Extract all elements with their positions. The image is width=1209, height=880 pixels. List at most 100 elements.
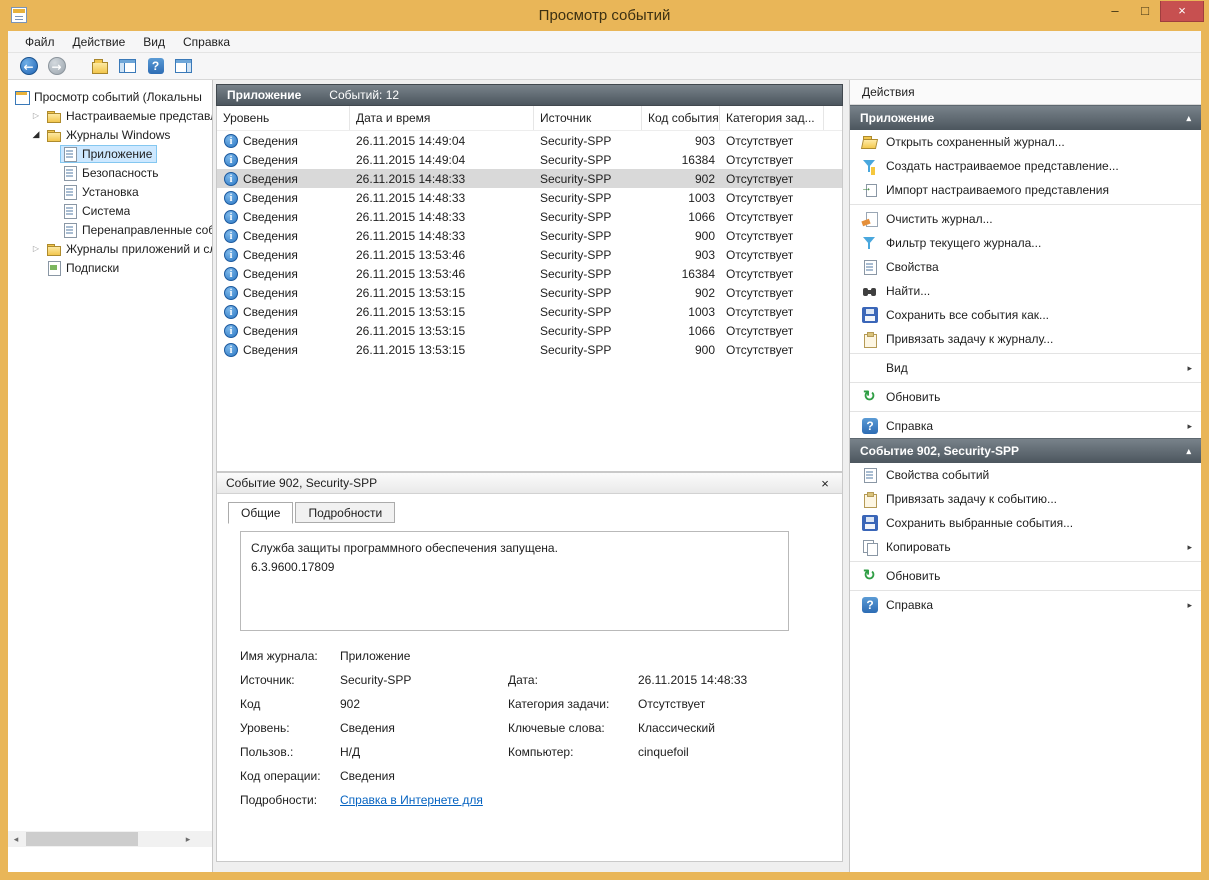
action-pane-toggle-button[interactable] [171, 55, 196, 78]
action-item[interactable]: Вид▸ [850, 356, 1201, 380]
tree-expander-icon[interactable]: ▷ [28, 111, 44, 120]
action-label: Копировать [886, 540, 1181, 554]
tree-node[interactable]: Просмотр событий (Локальны [12, 88, 207, 106]
column-header[interactable]: Категория зад... [720, 106, 824, 130]
action-item[interactable]: Обновить [850, 564, 1201, 588]
event-id-cell: 902 [642, 172, 720, 186]
event-row[interactable]: Сведения26.11.2015 13:53:46Security-SPP9… [217, 245, 842, 264]
menu-item[interactable]: Файл [16, 32, 64, 52]
menu-item[interactable]: Действие [64, 32, 135, 52]
field-value [638, 769, 824, 783]
action-item[interactable]: Найти... [850, 279, 1201, 303]
detail-tab[interactable]: Подробности [295, 502, 395, 523]
action-item[interactable]: Фильтр текущего журнала... [850, 231, 1201, 255]
category-cell: Отсутствует [720, 248, 824, 262]
action-item[interactable]: Очистить журнал... [850, 207, 1201, 231]
tree-node[interactable]: Журналы Windows [44, 126, 175, 144]
scrollbar-thumb[interactable] [26, 832, 138, 846]
tree-item-label: Установка [82, 185, 139, 199]
tree-item-label: Настраиваемые представле [66, 109, 213, 123]
tree-item[interactable]: Приложение [8, 144, 212, 163]
actions-section-header[interactable]: Приложение▴ [850, 105, 1201, 130]
event-count: Событий: 12 [329, 88, 399, 102]
event-row[interactable]: Сведения26.11.2015 13:53:15Security-SPP1… [217, 302, 842, 321]
action-item[interactable]: Справка▸ [850, 593, 1201, 617]
action-item[interactable]: Привязать задачу к событию... [850, 487, 1201, 511]
tree-expander-icon[interactable]: ▷ [28, 244, 44, 253]
console-tree-toggle-button[interactable] [115, 55, 140, 78]
tree-node[interactable]: Перенаправленные соб [60, 221, 213, 239]
log-title: Приложение [227, 88, 301, 102]
action-item[interactable]: Свойства событий [850, 463, 1201, 487]
scroll-left-icon[interactable]: ◂ [8, 831, 24, 847]
tree-expander-icon[interactable]: ◢ [28, 129, 44, 140]
column-header[interactable]: Уровень [217, 106, 350, 130]
action-item[interactable]: Сохранить все события как... [850, 303, 1201, 327]
maximize-button[interactable]: □ [1130, 1, 1160, 22]
close-button[interactable]: × [1160, 1, 1204, 22]
list-body: Сведения26.11.2015 14:49:04Security-SPP9… [217, 131, 842, 359]
column-header[interactable]: Дата и время [350, 106, 534, 130]
action-item[interactable]: Импорт настраиваемого представления [850, 178, 1201, 202]
tree-item[interactable]: Установка [8, 182, 212, 201]
tree-item[interactable]: Подписки [8, 258, 212, 277]
menu-item[interactable]: Вид [134, 32, 174, 52]
action-item[interactable]: Сохранить выбранные события... [850, 511, 1201, 535]
tree-node[interactable]: Приложение [60, 145, 157, 163]
close-preview-icon[interactable]: × [817, 476, 833, 491]
event-row[interactable]: Сведения26.11.2015 14:48:33Security-SPP9… [217, 169, 842, 188]
title-bar[interactable]: Просмотр событий – □ × [0, 0, 1209, 31]
cell-text: Сведения [243, 267, 298, 281]
window-controls: – □ × [1100, 1, 1204, 22]
help-button[interactable] [143, 55, 168, 78]
detail-tab[interactable]: Общие [228, 502, 293, 524]
tree-horizontal-scrollbar[interactable]: ◂ ▸ [8, 831, 196, 847]
tree-item[interactable]: Перенаправленные соб [8, 220, 212, 239]
column-header[interactable]: Источник [534, 106, 642, 130]
tree-item[interactable]: Безопасность [8, 163, 212, 182]
event-row[interactable]: Сведения26.11.2015 14:48:33Security-SPP1… [217, 188, 842, 207]
actions-body: Приложение▴Открыть сохраненный журнал...… [850, 105, 1201, 872]
category-cell: Отсутствует [720, 210, 824, 224]
scrollbar-track[interactable] [24, 831, 180, 847]
tree-item[interactable]: ▷ Настраиваемые представле [8, 106, 212, 125]
event-row[interactable]: Сведения26.11.2015 13:53:15Security-SPP9… [217, 340, 842, 359]
forward-button[interactable]: → [44, 55, 69, 78]
action-item[interactable]: Копировать▸ [850, 535, 1201, 559]
minimize-button[interactable]: – [1100, 1, 1130, 22]
tree-item[interactable]: Просмотр событий (Локальны [8, 87, 212, 106]
event-row[interactable]: Сведения26.11.2015 14:48:33Security-SPP1… [217, 207, 842, 226]
import-icon [862, 182, 878, 198]
action-label: Привязать задачу к событию... [886, 492, 1192, 506]
tree-node[interactable]: Установка [60, 183, 144, 201]
online-help-link[interactable]: Справка в Интернете для [340, 793, 483, 807]
open-saved-log-button[interactable] [87, 55, 112, 78]
action-item[interactable]: Привязать задачу к журналу... [850, 327, 1201, 351]
column-header[interactable]: Код события [642, 106, 720, 130]
menu-item[interactable]: Справка [174, 32, 239, 52]
tree-item[interactable]: ▷Журналы приложений и сл [8, 239, 212, 258]
event-row[interactable]: Сведения26.11.2015 13:53:15Security-SPP9… [217, 283, 842, 302]
tree-item[interactable]: ◢Журналы Windows [8, 125, 212, 144]
event-row[interactable]: Сведения26.11.2015 14:49:04Security-SPP9… [217, 131, 842, 150]
tree-node[interactable]: Система [60, 202, 135, 220]
action-item[interactable]: Обновить [850, 385, 1201, 409]
action-item[interactable]: Свойства [850, 255, 1201, 279]
action-item[interactable]: Справка▸ [850, 414, 1201, 438]
event-row[interactable]: Сведения26.11.2015 13:53:15Security-SPP1… [217, 321, 842, 340]
action-item[interactable]: Создать настраиваемое представление... [850, 154, 1201, 178]
tree-node[interactable]: Журналы приложений и сл [44, 240, 213, 258]
actions-section-header[interactable]: Событие 902, Security-SPP▴ [850, 438, 1201, 463]
tree-node[interactable]: Настраиваемые представле [44, 107, 213, 125]
preview-pane: Событие 902, Security-SPP × ОбщиеПодробн… [216, 472, 843, 862]
tree-item[interactable]: Система [8, 201, 212, 220]
scroll-right-icon[interactable]: ▸ [180, 831, 196, 847]
event-row[interactable]: Сведения26.11.2015 13:53:46Security-SPP1… [217, 264, 842, 283]
cell-text: Сведения [243, 248, 298, 262]
event-row[interactable]: Сведения26.11.2015 14:49:04Security-SPP1… [217, 150, 842, 169]
back-button[interactable]: ← [16, 55, 41, 78]
event-row[interactable]: Сведения26.11.2015 14:48:33Security-SPP9… [217, 226, 842, 245]
tree-node[interactable]: Безопасность [60, 164, 164, 182]
action-item[interactable]: Открыть сохраненный журнал... [850, 130, 1201, 154]
tree-node[interactable]: Подписки [44, 259, 124, 277]
